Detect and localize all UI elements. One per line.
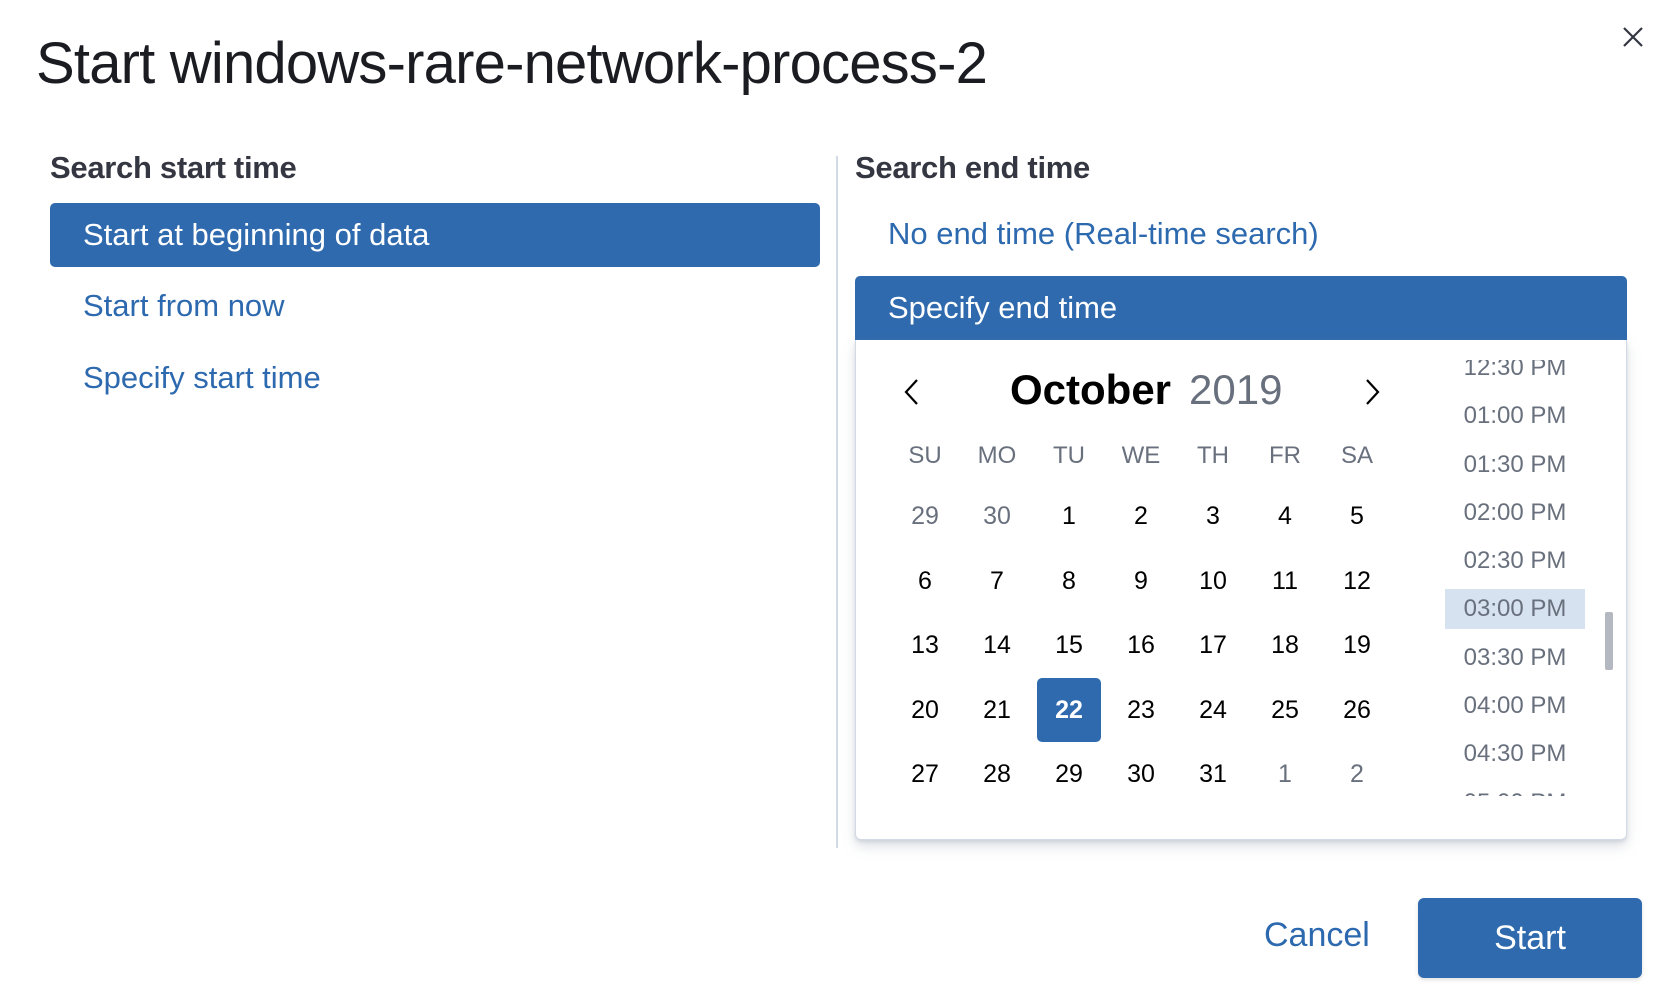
close-button[interactable] bbox=[1618, 22, 1648, 52]
day-cell[interactable]: 26 bbox=[1325, 678, 1389, 742]
start-option-beginning[interactable]: Start at beginning of data bbox=[50, 203, 820, 267]
modal-title: Start windows-rare-network-process-2 bbox=[36, 31, 988, 96]
time-option-selected[interactable]: 03:00 PM bbox=[1445, 589, 1585, 630]
weekday-label: FR bbox=[1269, 442, 1301, 469]
chevron-left-icon bbox=[904, 379, 918, 405]
weekday-label: WE bbox=[1121, 442, 1161, 469]
day-cell[interactable]: 28 bbox=[965, 742, 1029, 806]
week-row: 13 14 15 16 17 18 19 bbox=[889, 613, 1393, 678]
year-label[interactable]: 2019 bbox=[1189, 366, 1282, 414]
day-cell[interactable]: 4 bbox=[1253, 484, 1317, 548]
day-cell[interactable]: 21 bbox=[965, 678, 1029, 742]
day-cell[interactable]: 5 bbox=[1325, 484, 1389, 548]
day-cell[interactable]: 15 bbox=[1037, 613, 1101, 677]
day-cell[interactable]: 27 bbox=[893, 742, 957, 806]
day-cell[interactable]: 11 bbox=[1253, 549, 1317, 613]
next-month-button[interactable] bbox=[1354, 375, 1388, 409]
end-time-heading: Search end time bbox=[855, 150, 1090, 185]
day-cell[interactable]: 10 bbox=[1181, 549, 1245, 613]
day-cell[interactable]: 9 bbox=[1109, 549, 1173, 613]
day-cell[interactable]: 7 bbox=[965, 549, 1029, 613]
day-cell[interactable]: 20 bbox=[893, 678, 957, 742]
day-cell[interactable]: 30 bbox=[965, 484, 1029, 548]
day-cell[interactable]: 1 bbox=[1037, 484, 1101, 548]
day-cell[interactable]: 25 bbox=[1253, 678, 1317, 742]
day-cell[interactable]: 12 bbox=[1325, 549, 1389, 613]
week-row: 27 28 29 30 31 1 2 bbox=[889, 742, 1393, 807]
weekday-label: SA bbox=[1340, 442, 1373, 469]
column-divider bbox=[836, 156, 838, 848]
time-option[interactable]: 02:00 PM bbox=[1445, 493, 1585, 533]
weekday-label: MO bbox=[977, 442, 1017, 469]
day-cell[interactable]: 13 bbox=[893, 613, 957, 677]
start-option-specify[interactable]: Specify start time bbox=[50, 358, 820, 398]
day-cell[interactable]: 29 bbox=[1037, 742, 1101, 806]
day-cell[interactable]: 23 bbox=[1109, 678, 1173, 742]
end-option-specify[interactable]: Specify end time bbox=[855, 276, 1627, 340]
time-option[interactable]: 12:30 PM bbox=[1445, 360, 1585, 388]
cancel-button[interactable]: Cancel bbox=[1264, 916, 1370, 955]
week-row: 29 30 1 2 3 4 5 bbox=[889, 484, 1393, 549]
weekday-label: TH bbox=[1197, 442, 1229, 469]
time-list[interactable]: 12:30 PM 01:00 PM 01:30 PM 02:00 PM 02:30 PM… bbox=[1445, 360, 1585, 805]
day-cell[interactable]: 2 bbox=[1325, 742, 1389, 806]
day-grid: 29 30 1 2 3 4 5 6 7 8 9 10 11 12 13 14 15 16 17 18 19 20 21 22 2… bbox=[889, 484, 1393, 807]
weekday-label: SU bbox=[908, 442, 942, 469]
day-cell[interactable]: 2 bbox=[1109, 484, 1173, 548]
time-option[interactable]: 01:00 PM bbox=[1445, 396, 1585, 436]
month-label[interactable]: October bbox=[1010, 366, 1171, 414]
day-cell[interactable]: 1 bbox=[1253, 742, 1317, 806]
end-option-no-end[interactable]: No end time (Real-time search) bbox=[855, 214, 1627, 254]
day-cell[interactable]: 29 bbox=[893, 484, 957, 548]
day-cell[interactable]: 24 bbox=[1181, 678, 1245, 742]
time-list-fade bbox=[1440, 796, 1590, 810]
time-option[interactable]: 03:30 PM bbox=[1445, 638, 1585, 678]
day-cell-selected[interactable]: 22 bbox=[1037, 677, 1101, 742]
chevron-right-icon bbox=[1366, 379, 1380, 405]
day-cell[interactable]: 18 bbox=[1253, 613, 1317, 677]
day-cell[interactable]: 19 bbox=[1325, 613, 1389, 677]
day-cell[interactable]: 16 bbox=[1109, 613, 1173, 677]
day-cell[interactable]: 3 bbox=[1181, 484, 1245, 548]
start-option-now[interactable]: Start from now bbox=[50, 286, 820, 326]
day-cell[interactable]: 31 bbox=[1181, 742, 1245, 806]
time-list-scrollbar[interactable] bbox=[1605, 612, 1613, 670]
day-cell[interactable]: 17 bbox=[1181, 613, 1245, 677]
day-cell[interactable]: 30 bbox=[1109, 742, 1173, 806]
day-cell[interactable]: 6 bbox=[893, 549, 957, 613]
week-row: 20 21 22 23 24 25 26 bbox=[889, 677, 1393, 743]
time-option[interactable]: 01:30 PM bbox=[1445, 445, 1585, 485]
weekday-label: TU bbox=[1053, 442, 1085, 469]
weekday-header: SU MO TU WE TH FR SA bbox=[889, 442, 1393, 470]
time-option[interactable]: 04:30 PM bbox=[1445, 734, 1585, 774]
day-cell[interactable]: 14 bbox=[965, 613, 1029, 677]
prev-month-button[interactable] bbox=[896, 375, 930, 409]
week-row: 6 7 8 9 10 11 12 bbox=[889, 549, 1393, 614]
time-option[interactable]: 02:30 PM bbox=[1445, 541, 1585, 581]
time-option[interactable]: 04:00 PM bbox=[1445, 686, 1585, 726]
start-button[interactable]: Start bbox=[1418, 898, 1642, 978]
start-time-heading: Search start time bbox=[50, 150, 297, 185]
day-cell[interactable]: 8 bbox=[1037, 549, 1101, 613]
month-year-header: October 2019 bbox=[1010, 366, 1282, 414]
close-icon bbox=[1623, 27, 1643, 47]
